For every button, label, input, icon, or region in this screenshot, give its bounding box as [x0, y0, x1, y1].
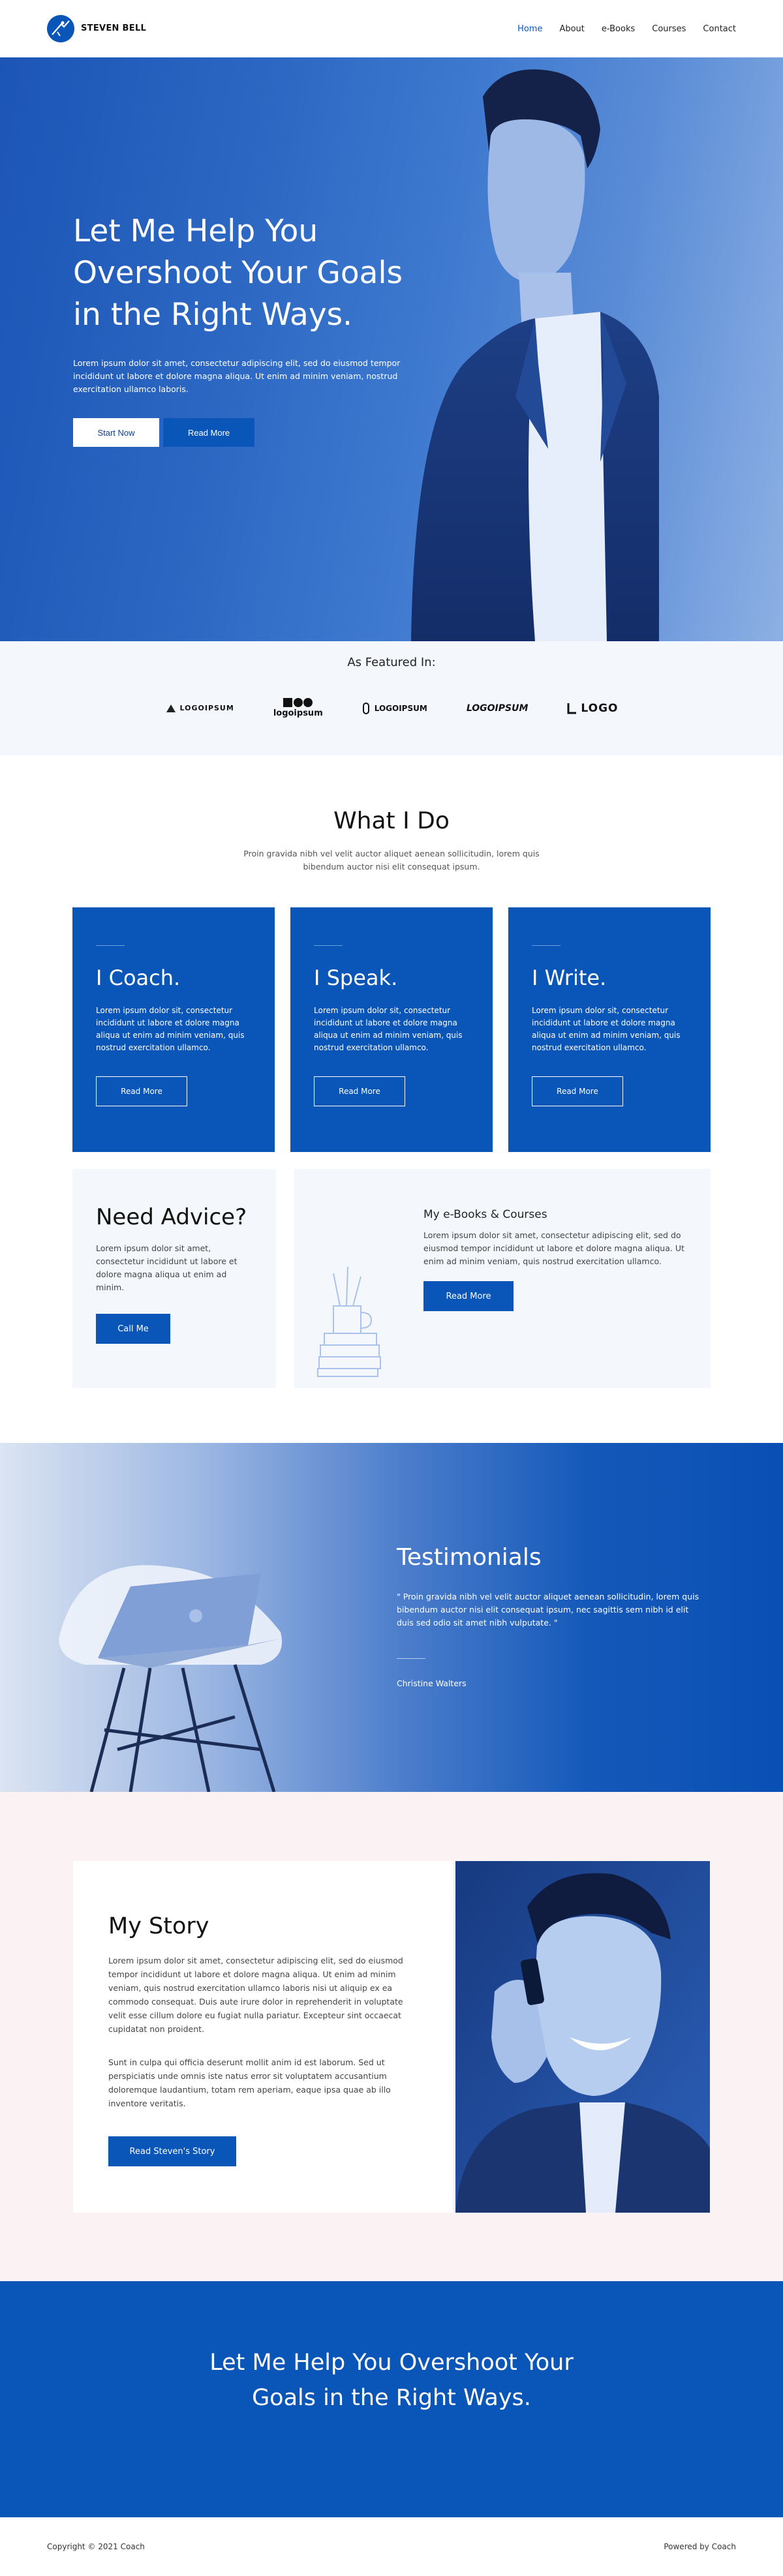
hero-read-more-button[interactable]: Read More	[163, 418, 254, 447]
story-paragraph-2: Sunt in culpa qui officia deserunt molli…	[108, 2057, 391, 2108]
nav-home[interactable]: Home	[517, 24, 542, 34]
card-divider	[314, 945, 343, 946]
speak-read-more-button[interactable]: Read More	[314, 1076, 405, 1106]
laptop-chair-image	[59, 1565, 282, 1792]
copyright-text: Copyright © 2021 Coach	[47, 2542, 145, 2551]
logo-mark-icon	[362, 702, 369, 714]
card-title: I Write.	[532, 965, 607, 990]
story-card: My Story Lorem ipsum dolor sit amet, con…	[73, 1861, 453, 2213]
card-text: Lorem ipsum dolor sit, consectetur incid…	[314, 1006, 463, 1052]
service-card-coach: I Coach. Lorem ipsum dolor sit, consecte…	[72, 907, 275, 1152]
top-navbar: STEVEN BELL Home About e-Books Courses C…	[0, 0, 783, 57]
featured-logo-2: logoipsum	[273, 698, 323, 718]
service-card-speak: I Speak. Lorem ipsum dolor sit, consecte…	[290, 907, 493, 1152]
nav-ebooks[interactable]: e-Books	[602, 24, 635, 34]
service-card-write: I Write. Lorem ipsum dolor sit, consecte…	[508, 907, 711, 1152]
nav-contact[interactable]: Contact	[703, 24, 736, 34]
nav-about[interactable]: About	[559, 24, 584, 34]
brand-logo[interactable]: STEVEN BELL	[47, 15, 146, 42]
ebooks-title: My e-Books & Courses	[423, 1208, 547, 1221]
hero-title: Let Me Help You Overshoot Your Goals in …	[73, 213, 403, 333]
books-mug-illustration-icon	[317, 1266, 381, 1377]
testimonials-section: Testimonials " Proin gravida nibh vel ve…	[0, 1443, 783, 1792]
read-story-button[interactable]: Read Steven's Story	[108, 2136, 236, 2166]
cta-section: Let Me Help You Overshoot Your Goals in …	[0, 2281, 783, 2517]
hero-text: Lorem ipsum dolor sit amet, consectetur …	[73, 358, 401, 394]
what-i-do-section: What I Do Proin gravida nibh vel velit a…	[0, 755, 783, 1388]
write-read-more-button[interactable]: Read More	[532, 1076, 623, 1106]
story-title: My Story	[108, 1913, 209, 1939]
card-title: I Coach.	[96, 965, 181, 990]
powered-by-text: Powered by Coach	[664, 2542, 736, 2551]
what-i-do-subtitle: Proin gravida nibh vel velit auctor aliq…	[243, 849, 540, 871]
testimonial-divider	[397, 1658, 425, 1659]
featured-in-section: As Featured In: LOGOIPSUM logoipsum LOGO…	[0, 641, 783, 755]
card-divider	[96, 945, 125, 946]
cta-title: Let Me Help You Overshoot Your Goals in …	[209, 2350, 574, 2411]
story-paragraph-1: Lorem ipsum dolor sit amet, consectetur …	[108, 1956, 403, 2034]
ebooks-card: My e-Books & Courses Lorem ipsum dolor s…	[294, 1169, 711, 1388]
featured-logo-1: LOGOIPSUM	[165, 703, 234, 714]
featured-logo-4: LOGOIPSUM	[466, 703, 529, 714]
story-portrait-image	[455, 1861, 710, 2213]
logo-mark-icon	[567, 703, 577, 714]
what-i-do-title: What I Do	[333, 808, 450, 834]
brand-name: STEVEN BELL	[81, 23, 147, 33]
testimonial-quote: " Proin gravida nibh vel velit auctor al…	[397, 1592, 699, 1628]
coach-read-more-button[interactable]: Read More	[96, 1076, 187, 1106]
card-title: I Speak.	[314, 965, 398, 990]
featured-heading: As Featured In:	[347, 656, 436, 669]
testimonials-title: Testimonials	[397, 1544, 542, 1571]
featured-logo-5: LOGO	[567, 702, 618, 715]
advice-title: Need Advice?	[96, 1204, 247, 1230]
logo-mark-icon	[166, 704, 176, 712]
call-me-button[interactable]: Call Me	[96, 1314, 170, 1344]
card-text: Lorem ipsum dolor sit, consectetur incid…	[532, 1006, 681, 1052]
my-story-section: My Story Lorem ipsum dolor sit amet, con…	[0, 1792, 783, 2281]
ebooks-text: Lorem ipsum dolor sit amet, consectetur …	[423, 1230, 684, 1266]
card-divider	[532, 945, 560, 946]
advice-text: Lorem ipsum dolor sit amet, consectetur …	[96, 1243, 238, 1292]
nav-courses[interactable]: Courses	[652, 24, 686, 34]
hero-portrait-image	[411, 69, 659, 641]
start-now-button[interactable]: Start Now	[73, 418, 159, 447]
featured-logo-3: LOGOIPSUM	[362, 702, 427, 714]
card-text: Lorem ipsum dolor sit, consectetur incid…	[96, 1006, 245, 1052]
ebooks-read-more-button[interactable]: Read More	[423, 1281, 514, 1311]
main-menu: Home About e-Books Courses Contact	[517, 24, 736, 34]
advice-card: Need Advice? Lorem ipsum dolor sit amet,…	[72, 1169, 276, 1388]
site-footer: Copyright © 2021 Coach Powered by Coach	[0, 2517, 783, 2576]
brand-mark-icon	[47, 15, 74, 42]
testimonial-author: Christine Walters	[397, 1678, 467, 1688]
logo-mark-icon	[283, 698, 313, 707]
hero-section: Let Me Help You Overshoot Your Goals in …	[0, 57, 783, 641]
